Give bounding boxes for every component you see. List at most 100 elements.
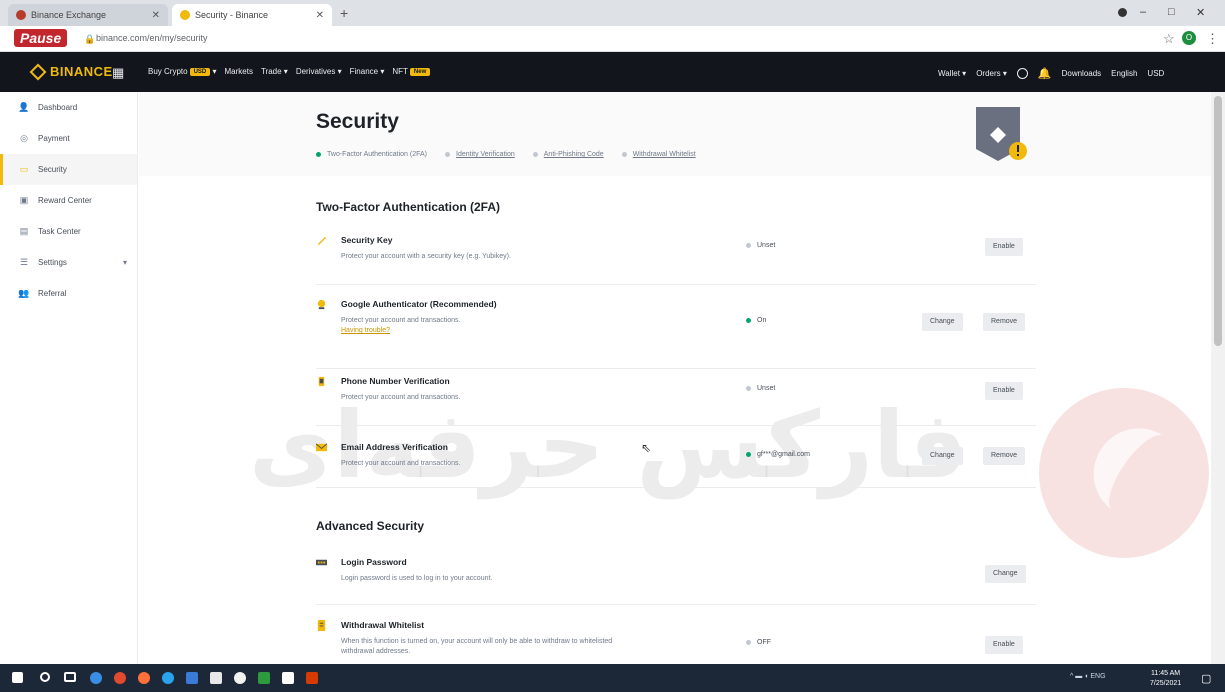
reward-icon: ▣ xyxy=(19,195,29,205)
status-dot-icon xyxy=(746,318,751,323)
sidebar-item-security[interactable]: ▭ Security xyxy=(0,154,137,185)
nav-buy-crypto[interactable]: Buy Crypto USD ▾ xyxy=(148,67,217,76)
vertical-scrollbar[interactable] xyxy=(1211,92,1225,664)
nav-trade[interactable]: Trade ▾ xyxy=(261,67,288,76)
profile-avatar[interactable]: O xyxy=(1182,31,1196,45)
step-link[interactable]: Withdrawal Whitelist xyxy=(633,151,696,158)
nav-downloads[interactable]: Downloads xyxy=(1062,69,1102,78)
task-icon: ▤ xyxy=(19,226,29,236)
url-input[interactable]: binance.com/en/my/security xyxy=(96,33,208,43)
account-icon[interactable] xyxy=(1016,68,1028,79)
step-link[interactable]: Anti-Phishing Code xyxy=(544,151,604,158)
change-email-button[interactable]: Change xyxy=(922,447,963,465)
app-icon[interactable] xyxy=(306,672,318,684)
having-trouble-link[interactable]: Having trouble? xyxy=(341,327,390,334)
nav-label: NFT xyxy=(392,67,408,76)
minimize-icon[interactable]: – xyxy=(1140,6,1146,18)
browser-menu-icon[interactable]: ⋮ xyxy=(1206,31,1219,47)
nav-derivatives[interactable]: Derivatives ▾ xyxy=(296,67,342,76)
sidebar-item-task-center[interactable]: ▤ Task Center xyxy=(0,216,137,247)
close-tab-icon[interactable]: ✕ xyxy=(152,10,160,21)
system-tray[interactable]: ^ ▬ ◖ ENG xyxy=(1070,673,1106,680)
change-authenticator-button[interactable]: Change xyxy=(922,313,963,331)
referral-icon: 👥 xyxy=(18,288,30,298)
scrollbar-thumb[interactable] xyxy=(1214,96,1222,346)
step-whitelist[interactable]: Withdrawal Whitelist xyxy=(621,151,696,158)
security-key-row: Security Key Protect your account with a… xyxy=(316,235,1036,285)
step-2fa: Two-Factor Authentication (2FA) xyxy=(316,151,427,158)
nav-badge: USD xyxy=(189,67,211,76)
watermark-logo-icon xyxy=(1039,388,1209,558)
wallet-label: Wallet xyxy=(938,69,960,78)
sidebar-item-label: Settings xyxy=(38,258,67,267)
nav-markets[interactable]: Markets xyxy=(225,67,253,76)
task-view-icon[interactable] xyxy=(64,672,76,682)
enable-security-key-button[interactable]: Enable xyxy=(985,238,1023,256)
chevron-down-icon: ▾ xyxy=(122,258,127,267)
binance-logo[interactable]: BINANCE xyxy=(29,63,113,80)
nav-wallet[interactable]: Wallet ▾ xyxy=(938,69,966,78)
windows-start-icon[interactable] xyxy=(12,672,23,683)
notification-center-icon[interactable]: ▢ xyxy=(1201,672,1211,685)
telegram-icon[interactable] xyxy=(162,672,174,684)
sidebar-item-label: Reward Center xyxy=(38,196,92,205)
row-desc-continued: withdrawal addresses. xyxy=(341,648,411,655)
sidebar-item-label: Security xyxy=(38,165,67,174)
browser-tab-active[interactable]: Security - Binance ✕ xyxy=(172,4,332,26)
app-icon[interactable] xyxy=(282,672,294,684)
edge-icon[interactable] xyxy=(90,672,102,684)
section-2fa-title: Two-Factor Authentication (2FA) xyxy=(316,200,500,214)
nav-orders[interactable]: Orders ▾ xyxy=(976,69,1007,78)
enable-phone-button[interactable]: Enable xyxy=(985,382,1023,400)
sidebar-item-payment[interactable]: ◎ Payment xyxy=(0,123,137,154)
shield-warning-icon xyxy=(976,107,1027,161)
phone-icon xyxy=(318,376,325,387)
nav-currency[interactable]: USD xyxy=(1147,69,1164,78)
step-link[interactable]: Identity Verification xyxy=(456,151,515,158)
check-icon xyxy=(316,152,321,157)
row-title: Withdrawal Whitelist xyxy=(341,620,425,630)
status-dot-icon xyxy=(746,386,751,391)
browser-tab[interactable]: Binance Exchange ✕ xyxy=(8,4,168,26)
nav-language[interactable]: English xyxy=(1111,69,1137,78)
payment-icon: ◎ xyxy=(20,133,28,143)
row-status: Unset xyxy=(746,242,775,249)
lock-icon[interactable]: 🔒 xyxy=(84,34,95,45)
app-icon[interactable] xyxy=(186,672,198,684)
phone-verification-row: Phone Number Verification Protect your a… xyxy=(316,376,1036,426)
change-password-button[interactable]: Change xyxy=(985,565,1026,583)
apps-grid-icon[interactable]: ▦ xyxy=(112,65,124,81)
chrome-icon[interactable] xyxy=(114,672,126,684)
remove-authenticator-button[interactable]: Remove xyxy=(983,313,1026,331)
search-icon[interactable] xyxy=(40,672,50,682)
sidebar-item-dashboard[interactable]: 👤 Dashboard xyxy=(0,92,137,123)
app-icon[interactable] xyxy=(258,672,270,684)
sidebar-item-referral[interactable]: 👥 Referral xyxy=(0,278,137,309)
sidebar-item-settings[interactable]: ☰ Settings ▾ xyxy=(0,247,137,278)
row-title: Google Authenticator (Recommended) xyxy=(341,299,497,309)
row-desc: Protect your account and transactions. xyxy=(341,394,461,401)
row-desc: Protect your account and transactions. xyxy=(341,317,461,324)
notification-bell-icon[interactable]: 🔔 xyxy=(1038,67,1052,80)
clock-time: 11:45 AM xyxy=(1151,670,1181,677)
taskbar-clock[interactable]: 11:45 AM 7/25/2021 xyxy=(1150,669,1181,689)
maximize-icon[interactable]: □ xyxy=(1168,6,1175,18)
step-anti-phishing[interactable]: Anti-Phishing Code xyxy=(532,151,604,158)
firefox-icon[interactable] xyxy=(138,672,150,684)
row-title: Phone Number Verification xyxy=(341,376,450,386)
nav-finance[interactable]: Finance ▾ xyxy=(350,67,385,76)
nav-label: Trade xyxy=(260,67,282,76)
enable-whitelist-button[interactable]: Enable xyxy=(985,636,1023,654)
close-tab-icon[interactable]: ✕ xyxy=(316,10,324,21)
remove-email-button[interactable]: Remove xyxy=(983,447,1026,465)
binance-logo-icon xyxy=(29,63,47,80)
bookmark-star-icon[interactable]: ☆ xyxy=(1163,31,1175,47)
nav-nft[interactable]: NFT New xyxy=(392,67,431,76)
new-tab-icon[interactable]: + xyxy=(340,5,348,21)
app-icon[interactable] xyxy=(234,672,246,684)
close-window-icon[interactable]: ✕ xyxy=(1196,6,1205,19)
step-label: Two-Factor Authentication (2FA) xyxy=(327,151,427,158)
store-icon[interactable] xyxy=(210,672,222,684)
sidebar-item-reward-center[interactable]: ▣ Reward Center xyxy=(0,185,137,216)
step-identity[interactable]: Identity Verification xyxy=(445,151,515,158)
